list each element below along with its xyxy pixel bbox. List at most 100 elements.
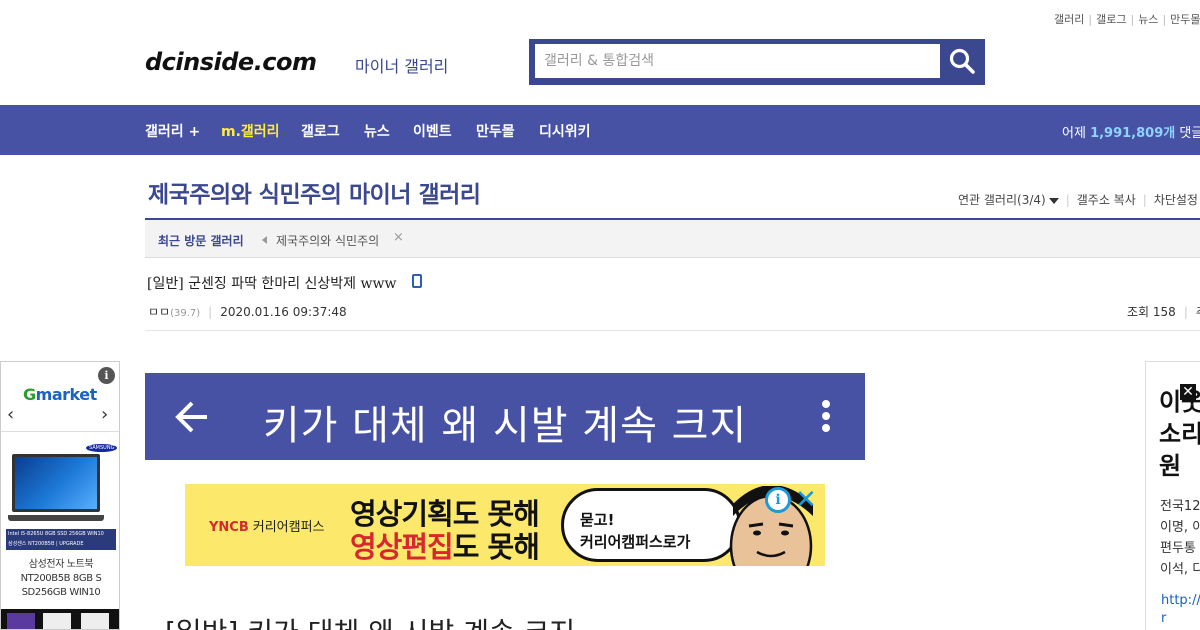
more-vert-icon	[822, 400, 830, 432]
post-date: 2020.01.16 09:37:48	[220, 305, 347, 319]
laptop-base	[8, 515, 104, 521]
right-ad-link[interactable]: http://s r	[1161, 592, 1200, 628]
right-ad-body: 전국12 이명, 이 편두통 이석, 디	[1160, 496, 1200, 580]
post-image-title: 키가 대체 왜 시발 계속 크지	[262, 403, 748, 449]
util-links: 갤러리 | 갤로그 | 뉴스 | 만두몰	[1054, 11, 1200, 27]
util-link-gallog[interactable]: 갤로그	[1096, 13, 1126, 26]
close-icon[interactable]: ×	[393, 230, 404, 245]
speech-bubble: 묻고! 커리어캠퍼스로가	[561, 488, 741, 562]
nav-wiki[interactable]: 디시위키	[539, 121, 591, 141]
chevron-left-icon[interactable]: ‹	[7, 404, 14, 425]
banner-headline-2: 영상편집도 못해	[350, 524, 540, 566]
recommend-count: 추	[1196, 305, 1200, 319]
post-meta: ㅁㅁ(39.7) | 2020.01.16 09:37:48	[148, 303, 347, 320]
main-navbar: 갤러리 + m.갤러리 갤로그 뉴스 이벤트 만두몰 디시위키 어제 1,991…	[0, 105, 1200, 155]
ad-info-icon[interactable]: i	[98, 367, 115, 384]
banner-headline-rest: 도 못해	[452, 530, 540, 564]
stat-value: 1,991,809개	[1090, 126, 1176, 141]
career-campus-name: 커리어캠퍼스	[252, 520, 325, 535]
caret-left-icon[interactable]	[262, 236, 267, 244]
block-settings-button[interactable]: 차단설정	[1154, 193, 1198, 207]
util-link-news[interactable]: 뉴스	[1138, 13, 1158, 26]
recent-gallery-link[interactable]: 제국주의와 식민주의	[276, 232, 379, 249]
dropdown-arrow-icon	[1048, 197, 1059, 204]
right-ad-body-line: 편두통	[1160, 541, 1196, 556]
stat-prefix: 어제	[1062, 126, 1086, 141]
right-side-ad[interactable]: 이웃 소리 원 ✕ 전국12 이명, 이 편두통 이석, 디 http://s …	[1145, 361, 1200, 630]
product-name[interactable]: 삼성전자 노트북 NT200B5B 8GB S SD256GB WIN10	[1, 558, 119, 600]
thumbnail	[43, 613, 71, 629]
nav-mall[interactable]: 만두몰	[476, 121, 515, 141]
divider: |	[208, 305, 213, 319]
site-logo[interactable]: dcinside.com	[145, 48, 317, 76]
right-ad-link-line: http://s	[1161, 593, 1200, 608]
banner-headline-red: 영상편집	[350, 530, 454, 564]
search-button[interactable]	[943, 42, 981, 80]
minor-gallery-label[interactable]: 마이너 갤러리	[355, 53, 448, 77]
laptop-product-image[interactable]: SAMSUNG Intel i5-8265U 8GB SSD 256GB WIN…	[6, 444, 118, 550]
thumbnail	[81, 613, 109, 629]
nav-gallog[interactable]: 갤로그	[301, 121, 340, 141]
divider: |	[1088, 13, 1093, 26]
divider: |	[1183, 305, 1188, 319]
gmarket-logo-g: G	[23, 385, 36, 404]
banner-ad[interactable]: YNCB 커리어캠퍼스 영상기획도 못해 영상편집도 못해 묻고! 커리어캠퍼스로…	[185, 484, 825, 566]
recent-visited-bar: 최근 방문 갤러리 제국주의와 식민주의 ×	[145, 218, 1200, 258]
right-ad-title-line: 소리	[1159, 420, 1200, 448]
search-icon	[949, 48, 975, 74]
career-campus-logo: YNCB 커리어캠퍼스	[209, 516, 325, 535]
ad-next-item-strip	[1, 609, 119, 629]
ad-info-icon[interactable]: i	[765, 487, 791, 513]
divider: |	[1162, 13, 1167, 26]
spec-line-1: Intel i5-8265U 8GB SSD 256GB WIN10	[8, 531, 104, 537]
spec-band: Intel i5-8265U 8GB SSD 256GB WIN10 삼성센스 …	[6, 529, 116, 550]
author-ip: (39.7)	[170, 308, 201, 319]
nav-m-gallery[interactable]: m.갤러리	[221, 121, 280, 141]
divider: |	[1065, 193, 1070, 207]
gmarket-logo-rest: market	[35, 385, 98, 404]
stat-suffix: 댓글	[1179, 126, 1200, 141]
nav-news[interactable]: 뉴스	[364, 121, 390, 141]
search-box	[529, 39, 985, 85]
spec-line-2: 삼성센스 NT200B5B | UPGRADE	[8, 541, 84, 547]
related-gallery-label: 연관 갤러리(3/4)	[958, 193, 1046, 207]
post-body-heading: [일반] 키가 대체 왜 시발 계속 크지	[165, 611, 575, 630]
recent-visited-label: 최근 방문 갤러리	[158, 234, 244, 248]
daily-stat: 어제 1,991,809개 댓글	[1062, 122, 1200, 141]
ad-close-icon[interactable]: ✕	[795, 487, 817, 513]
mobile-icon	[412, 274, 422, 288]
product-line: NT200B5B 8GB S	[20, 573, 102, 584]
gallery-title[interactable]: 제국주의와 식민주의 마이너 갤러리	[148, 175, 481, 209]
thumbnail	[7, 613, 35, 629]
util-link-mall[interactable]: 만두몰	[1170, 13, 1200, 26]
gmarket-logo[interactable]: Gmarket	[23, 385, 97, 404]
ad-close-icon[interactable]: ✕	[1180, 384, 1196, 400]
right-ad-body-line: 이명, 이	[1160, 520, 1200, 535]
chevron-right-icon[interactable]: ›	[101, 404, 108, 425]
divider: |	[1142, 193, 1147, 207]
samsung-logo: SAMSUNG	[86, 444, 118, 452]
right-ad-title: 이웃 소리 원	[1159, 386, 1200, 482]
bubble-line: 커리어캠퍼스로가	[580, 533, 691, 551]
career-campus-mark: YNCB	[209, 520, 249, 535]
laptop-screen	[12, 454, 100, 512]
copy-address-button[interactable]: 갤주소 복사	[1077, 193, 1136, 207]
nav-event[interactable]: 이벤트	[413, 121, 452, 141]
gallery-tools: 연관 갤러리(3/4) | 갤주소 복사 | 차단설정	[958, 191, 1198, 208]
left-side-ad[interactable]: Gmarket i ‹ › SAMSUNG Intel i5-8265U 8GB…	[0, 361, 120, 630]
nav-gallery[interactable]: 갤러리 +	[145, 121, 200, 141]
right-ad-link-line: r	[1161, 611, 1167, 626]
right-ad-body-line: 이석, 디	[1160, 562, 1200, 577]
bubble-line: 묻고!	[580, 511, 615, 529]
header-divider	[145, 330, 1200, 331]
util-link-gallery[interactable]: 갤러리	[1054, 13, 1084, 26]
right-ad-body-line: 전국12	[1160, 499, 1200, 514]
product-line: 삼성전자 노트북	[28, 559, 94, 570]
author-name[interactable]: ㅁㅁ	[148, 305, 170, 319]
divider: |	[1130, 13, 1135, 26]
right-ad-title-line: 원	[1159, 452, 1182, 480]
ad-header: Gmarket i ‹ ›	[1, 362, 119, 432]
related-gallery-button[interactable]: 연관 갤러리(3/4)	[958, 193, 1059, 207]
post-stats: 조회 158 | 추	[1127, 303, 1200, 320]
search-input[interactable]	[535, 44, 940, 78]
